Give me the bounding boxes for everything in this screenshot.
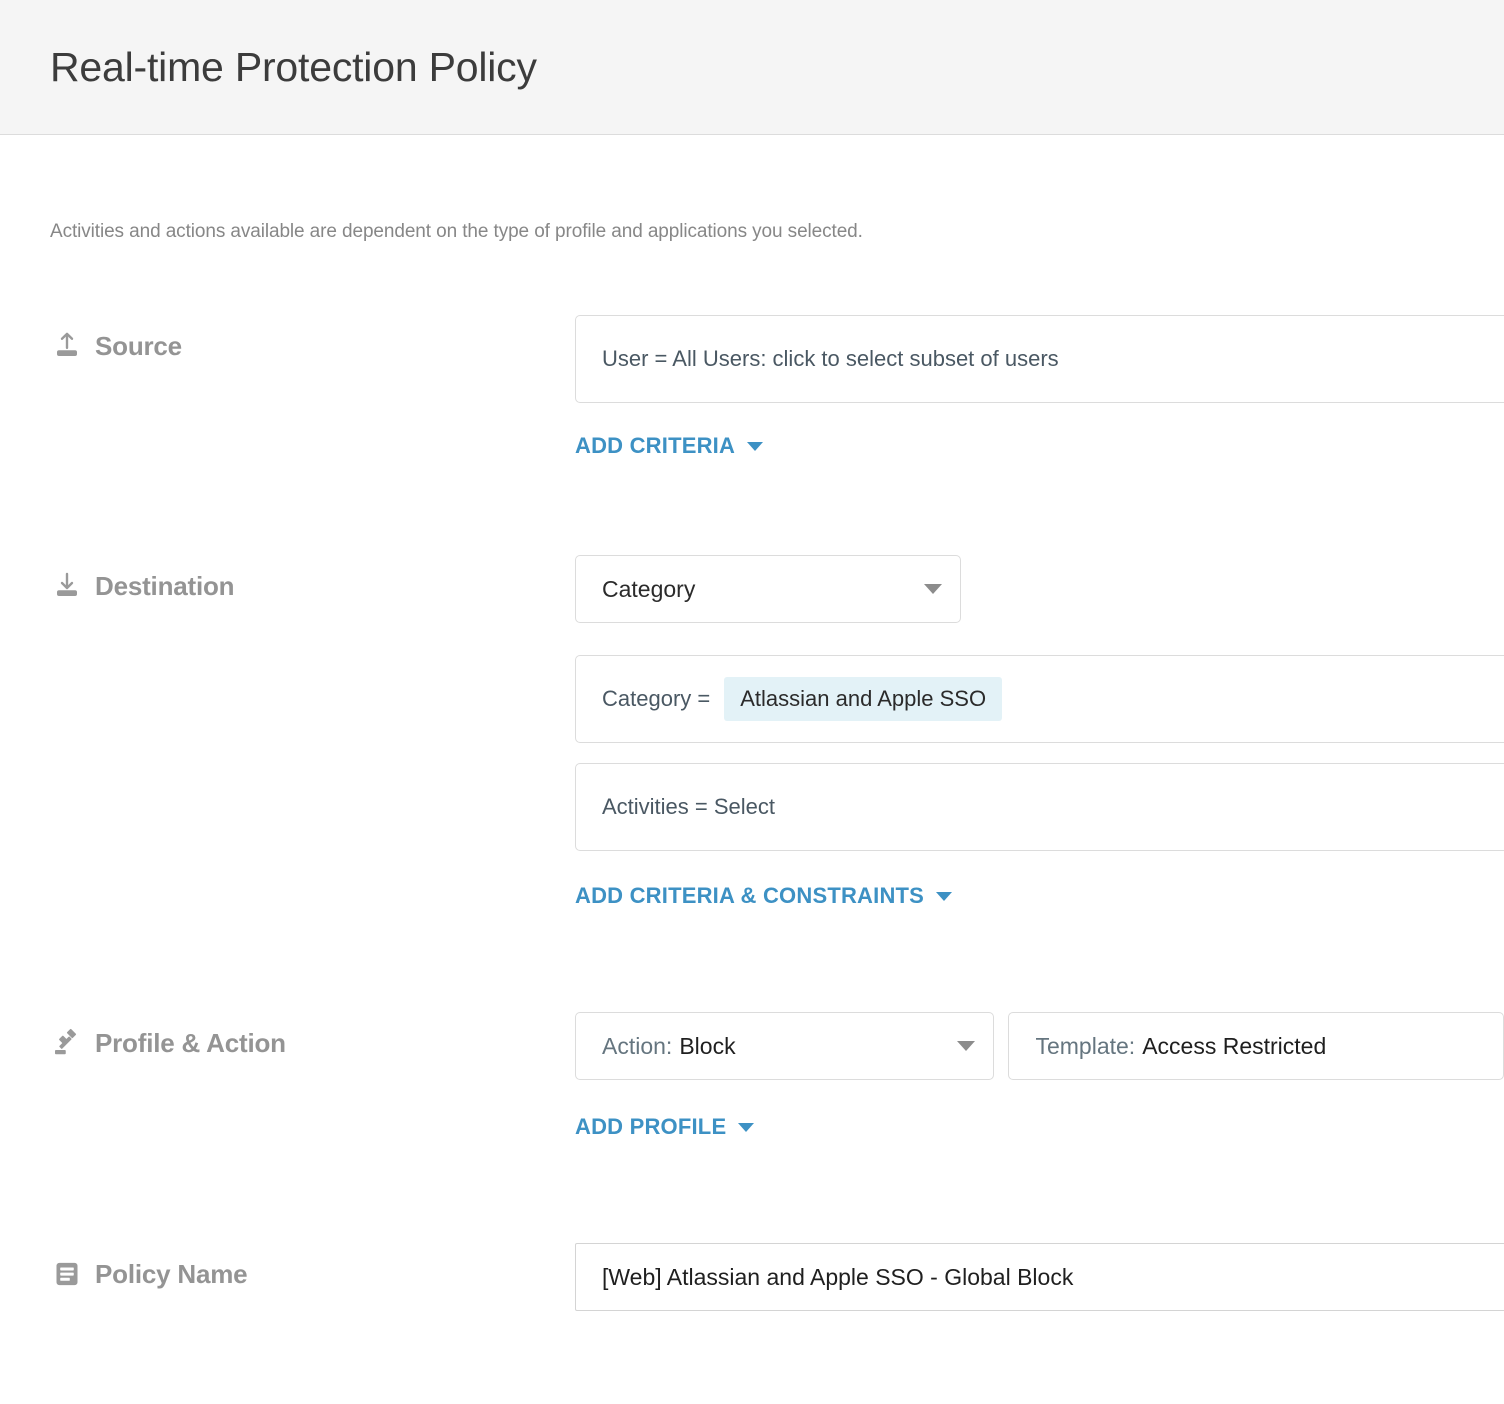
source-section: Source User = All Users: click to select…: [50, 315, 1504, 459]
source-criteria-field[interactable]: User = All Users: click to select subset…: [575, 315, 1504, 403]
action-select[interactable]: Action: Block: [575, 1012, 995, 1080]
source-criteria-value: User = All Users: click to select subset…: [602, 346, 1059, 371]
add-criteria-button[interactable]: ADD CRITERIA: [575, 433, 764, 459]
destination-activities-value: Activities = Select: [602, 794, 776, 819]
chevron-down-icon: [957, 1041, 976, 1051]
add-criteria-constraints-label: ADD CRITERIA & CONSTRAINTS: [575, 883, 925, 908]
page-header: Real-time Protection Policy: [0, 0, 1504, 135]
policy-name-value: [Web] Atlassian and Apple SSO - Global B…: [602, 1263, 1074, 1290]
source-fields: User = All Users: click to select subset…: [575, 315, 1504, 459]
add-criteria-constraints-button[interactable]: ADD CRITERIA & CONSTRAINTS: [575, 883, 953, 909]
profile-action-controls: Action: Block Template: Access Restricted: [575, 1012, 1504, 1080]
chevron-down-icon: [924, 584, 942, 594]
policy-name-input[interactable]: [Web] Atlassian and Apple SSO - Global B…: [575, 1243, 1504, 1311]
download-icon: [50, 569, 84, 603]
page-title: Real-time Protection Policy: [50, 43, 537, 90]
destination-criteria-chip[interactable]: Atlassian and Apple SSO: [724, 677, 1003, 721]
chevron-down-icon: [936, 891, 953, 901]
policy-name-fields: [Web] Atlassian and Apple SSO - Global B…: [575, 1243, 1504, 1311]
chevron-down-icon: [738, 1122, 755, 1132]
source-label-text: Source: [95, 330, 182, 361]
template-key: Template:: [1035, 1032, 1136, 1059]
destination-type-select[interactable]: Category: [575, 555, 961, 623]
chevron-down-icon: [747, 441, 764, 451]
destination-criteria-prefix: Category =: [602, 686, 711, 711]
profile-action-fields: Action: Block Template: Access Restricted …: [575, 1012, 1504, 1140]
add-criteria-label: ADD CRITERIA: [575, 433, 736, 458]
destination-section: Destination Category Category = Atlassia…: [50, 555, 1504, 909]
profile-action-label: Profile & Action: [50, 1012, 575, 1060]
destination-label-text: Destination: [95, 570, 235, 601]
template-field[interactable]: Template: Access Restricted: [1008, 1012, 1504, 1080]
intro-description: Activities and actions available are dep…: [50, 221, 863, 242]
destination-activities-field[interactable]: Activities = Select: [575, 763, 1504, 851]
destination-criteria-field[interactable]: Category = Atlassian and Apple SSO: [575, 655, 1504, 743]
policy-name-label: Policy Name: [50, 1243, 575, 1291]
add-profile-button[interactable]: ADD PROFILE: [575, 1114, 755, 1140]
profile-action-section: Profile & Action Action: Block Template: A…: [50, 1012, 1504, 1140]
profile-action-label-text: Profile & Action: [95, 1027, 286, 1058]
policy-name-section: Policy Name [Web] Atlassian and Apple SS…: [50, 1243, 1504, 1311]
source-label: Source: [50, 315, 575, 363]
upload-icon: [50, 329, 84, 363]
destination-fields: Category Category = Atlassian and Apple …: [575, 555, 1504, 909]
policy-form: Activities and actions available are dep…: [0, 221, 1504, 1311]
action-value: Block: [679, 1032, 736, 1059]
gavel-icon: [50, 1026, 84, 1060]
policy-name-label-text: Policy Name: [95, 1258, 248, 1289]
document-list-icon: [50, 1257, 84, 1291]
template-value: Access Restricted: [1142, 1032, 1327, 1059]
add-profile-label: ADD PROFILE: [575, 1114, 727, 1139]
destination-label: Destination: [50, 555, 575, 603]
action-key: Action:: [602, 1032, 673, 1059]
destination-type-value: Category: [602, 575, 696, 602]
